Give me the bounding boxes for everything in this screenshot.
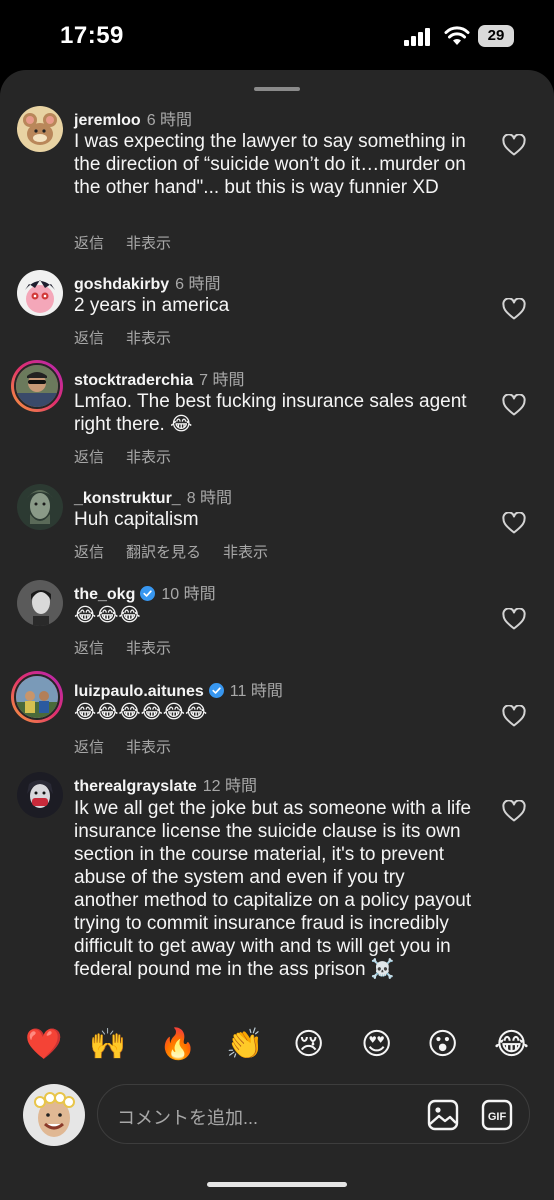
battery-indicator: 29 bbox=[478, 25, 514, 47]
comment-meta: therealgrayslate 12 時間 bbox=[74, 772, 257, 795]
comment-time: 7 時間 bbox=[199, 372, 245, 389]
reply-button[interactable]: 返信 bbox=[74, 739, 104, 756]
avatar[interactable] bbox=[17, 484, 63, 530]
hide-button[interactable]: 非表示 bbox=[126, 449, 171, 466]
comment-text: Huh capitalism bbox=[74, 509, 199, 530]
heart-icon[interactable] bbox=[502, 608, 526, 630]
comment-time: 11 時間 bbox=[229, 683, 283, 700]
gif-icon[interactable]: GIF bbox=[481, 1099, 513, 1131]
image-icon[interactable] bbox=[427, 1099, 459, 1131]
comment-meta: goshdakirby 6 時間 bbox=[74, 270, 221, 293]
username[interactable]: luizpaulo.aitunes bbox=[74, 683, 204, 700]
reply-button[interactable]: 返信 bbox=[74, 235, 104, 252]
avatar bbox=[14, 674, 60, 720]
hide-button[interactable]: 非表示 bbox=[126, 640, 171, 657]
reaction-surprised-button[interactable]: 😮 bbox=[427, 1025, 458, 1065]
username[interactable]: _konstruktur_ bbox=[74, 490, 181, 507]
avatar[interactable] bbox=[17, 270, 63, 316]
comment-text: 2 years in america bbox=[74, 295, 230, 316]
reply-button[interactable]: 返信 bbox=[74, 330, 104, 347]
reaction-clap-button[interactable]: 👏 bbox=[226, 1025, 263, 1065]
reaction-raised-hands-button[interactable]: 🙌 bbox=[89, 1025, 126, 1065]
comment-text: Ik we all get the joke but as someone wi… bbox=[74, 798, 472, 980]
comment-input[interactable]: コメントを追加... GIF bbox=[97, 1084, 530, 1144]
reply-button[interactable]: 返信 bbox=[74, 544, 104, 561]
reply-button[interactable]: 返信 bbox=[74, 449, 104, 466]
comment-actions: 返信 翻訳を見る 非表示 bbox=[74, 541, 290, 562]
avatar[interactable] bbox=[17, 772, 63, 818]
username[interactable]: therealgrayslate bbox=[74, 778, 197, 795]
comment-meta: luizpaulo.aitunes 11 時間 bbox=[74, 677, 283, 700]
avatar[interactable] bbox=[17, 106, 63, 152]
comment-text: 😂😂😂 bbox=[74, 605, 141, 626]
avatar bbox=[14, 363, 60, 409]
reaction-laughing-button[interactable]: 😂 bbox=[494, 1025, 529, 1065]
comment-text: I was expecting the lawyer to say someth… bbox=[74, 131, 466, 198]
avatar-story-ring[interactable] bbox=[11, 671, 63, 723]
verified-badge-icon bbox=[140, 586, 156, 601]
reaction-heart-eyes-button[interactable]: 😍 bbox=[361, 1025, 392, 1065]
heart-icon[interactable] bbox=[502, 512, 526, 534]
comment-input-placeholder: コメントを追加... bbox=[117, 1108, 259, 1128]
comment-time: 12 時間 bbox=[202, 778, 257, 795]
signal-icon bbox=[404, 28, 430, 46]
comment-meta: jeremloo 6 時間 bbox=[74, 106, 193, 129]
username[interactable]: goshdakirby bbox=[74, 276, 169, 293]
translate-button[interactable]: 翻訳を見る bbox=[126, 544, 201, 561]
hide-button[interactable]: 非表示 bbox=[126, 330, 171, 347]
heart-icon[interactable] bbox=[502, 394, 526, 416]
comment-text: Lmfao. The best fucking insurance sales … bbox=[74, 391, 467, 435]
comment-actions: 返信 非表示 bbox=[74, 446, 193, 467]
avatar-story-ring[interactable] bbox=[11, 360, 63, 412]
heart-icon[interactable] bbox=[502, 134, 526, 156]
status-time: 17:59 bbox=[60, 22, 124, 49]
comment-text: 😂😂😂😂😂😂 bbox=[74, 702, 208, 723]
drag-handle[interactable] bbox=[254, 87, 300, 91]
quick-reactions-bar: ❤️ 🙌 🔥 👏 😢 😍 😮 😂 bbox=[0, 1025, 554, 1069]
reply-button[interactable]: 返信 bbox=[74, 640, 104, 657]
verified-badge-icon bbox=[208, 683, 224, 698]
username[interactable]: stocktraderchia bbox=[74, 372, 193, 389]
username[interactable]: the_okg bbox=[74, 586, 135, 603]
avatar[interactable] bbox=[17, 580, 63, 626]
comment-time: 6 時間 bbox=[146, 112, 193, 129]
comment-actions: 返信 非表示 bbox=[74, 637, 193, 658]
comment-actions: 返信 非表示 bbox=[74, 736, 193, 757]
comment-meta: _konstruktur_ 8 時間 bbox=[74, 484, 233, 507]
reaction-crying-button[interactable]: 😢 bbox=[293, 1025, 324, 1065]
hide-button[interactable]: 非表示 bbox=[223, 544, 268, 561]
comment-composer: コメントを追加... GIF bbox=[0, 1078, 554, 1152]
heart-icon[interactable] bbox=[502, 298, 526, 320]
comment-time: 8 時間 bbox=[186, 490, 233, 507]
comment-meta: stocktraderchia 7 時間 bbox=[74, 366, 245, 389]
svg-text:GIF: GIF bbox=[488, 1111, 507, 1123]
reaction-heart-button[interactable]: ❤️ bbox=[25, 1025, 62, 1065]
comment-time: 10 時間 bbox=[161, 586, 216, 603]
hide-button[interactable]: 非表示 bbox=[126, 235, 171, 252]
comment-meta: the_okg 10 時間 bbox=[74, 580, 216, 603]
comment-time: 6 時間 bbox=[175, 276, 221, 293]
username[interactable]: jeremloo bbox=[74, 112, 141, 129]
status-bar: 17:59 29 bbox=[0, 0, 554, 70]
comment-actions: 返信 非表示 bbox=[74, 327, 193, 348]
comment-actions: 返信 非表示 bbox=[74, 232, 193, 253]
wifi-icon bbox=[444, 26, 470, 45]
reaction-fire-button[interactable]: 🔥 bbox=[159, 1025, 196, 1065]
heart-icon[interactable] bbox=[502, 705, 526, 727]
hide-button[interactable]: 非表示 bbox=[126, 739, 171, 756]
my-avatar[interactable] bbox=[23, 1084, 85, 1146]
heart-icon[interactable] bbox=[502, 800, 526, 822]
home-indicator bbox=[207, 1182, 347, 1187]
